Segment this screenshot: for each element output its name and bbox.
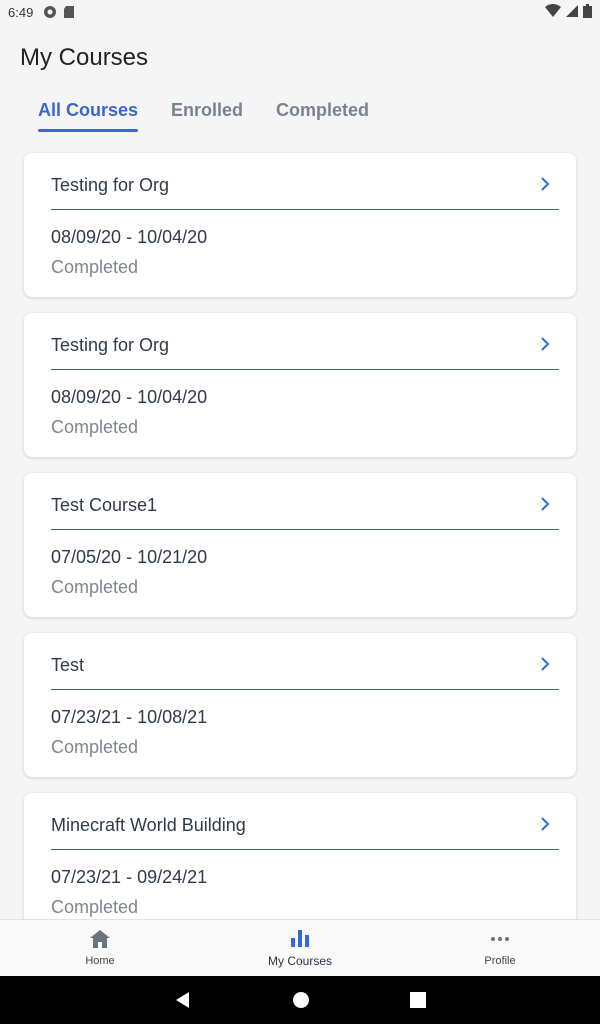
course-status: Completed [51, 897, 139, 917]
course-card[interactable]: Test Course1 07/05/20 - 10/21/20 Complet… [24, 473, 576, 617]
card-divider [51, 209, 559, 210]
recents-icon[interactable] [410, 992, 426, 1008]
chevron-right-icon[interactable] [538, 335, 552, 353]
chevron-right-icon[interactable] [538, 175, 552, 193]
course-title: Test Course1 [51, 495, 158, 515]
chevron-right-icon[interactable] [538, 815, 552, 833]
home-circle-icon[interactable] [292, 991, 310, 1009]
course-title: Testing for Org [51, 175, 170, 195]
chevron-right-icon[interactable] [538, 495, 552, 513]
nav-home-label: Home [85, 955, 115, 967]
nav-home[interactable]: Home [0, 920, 200, 976]
tab-enrolled[interactable]: Enrolled [171, 100, 243, 129]
home-icon [89, 929, 111, 955]
app-notification-icon [43, 5, 57, 19]
chevron-right-icon[interactable] [538, 655, 552, 673]
course-status: Completed [51, 737, 139, 757]
battery-icon [583, 3, 592, 21]
tab-all-courses[interactable]: All Courses [38, 100, 139, 132]
sd-card-icon [63, 5, 77, 19]
nav-profile-label: Profile [484, 955, 516, 967]
course-card[interactable]: Test 07/23/21 - 10/08/21 Completed [24, 633, 576, 777]
status-time: 6:49 [8, 4, 34, 20]
more-horizontal-icon [489, 929, 511, 955]
card-divider [51, 849, 559, 850]
course-dates: 07/23/21 - 10/08/21 [51, 707, 208, 727]
wifi-icon [545, 3, 561, 21]
tab-completed[interactable]: Completed [276, 100, 369, 129]
course-dates: 08/09/20 - 10/04/20 [51, 227, 208, 247]
course-tabs: All Courses Enrolled Completed [38, 100, 369, 132]
course-card[interactable]: Testing for Org 08/09/20 - 10/04/20 Comp… [24, 153, 576, 297]
course-status: Completed [51, 257, 139, 277]
status-right [545, 3, 592, 21]
course-title: Test [51, 655, 85, 675]
course-dates: 07/23/21 - 09/24/21 [51, 867, 208, 887]
course-card[interactable]: Minecraft World Building 07/23/21 - 09/2… [24, 793, 576, 937]
nav-my-courses-label: My Courses [267, 954, 332, 968]
course-title: Testing for Org [51, 335, 170, 355]
bottom-navigation: Home My Courses Profile [0, 919, 600, 976]
course-status: Completed [51, 577, 139, 597]
card-divider [51, 369, 559, 370]
status-bar: 6:49 [0, 0, 600, 24]
card-divider [51, 529, 559, 530]
system-navigation-bar [0, 976, 600, 1024]
course-dates: 08/09/20 - 10/04/20 [51, 387, 208, 407]
course-dates: 07/05/20 - 10/21/20 [51, 547, 208, 567]
course-status: Completed [51, 417, 139, 437]
page-title: My Courses [20, 44, 149, 71]
course-title: Minecraft World Building [51, 815, 246, 835]
course-list: Testing for Org 08/09/20 - 10/04/20 Comp… [24, 153, 576, 953]
nav-profile[interactable]: Profile [400, 920, 600, 976]
card-divider [51, 689, 559, 690]
signal-icon [565, 4, 579, 21]
course-card[interactable]: Testing for Org 08/09/20 - 10/04/20 Comp… [24, 313, 576, 457]
bar-chart-icon [289, 928, 311, 954]
nav-my-courses[interactable]: My Courses [200, 920, 400, 976]
back-icon[interactable] [174, 991, 192, 1009]
